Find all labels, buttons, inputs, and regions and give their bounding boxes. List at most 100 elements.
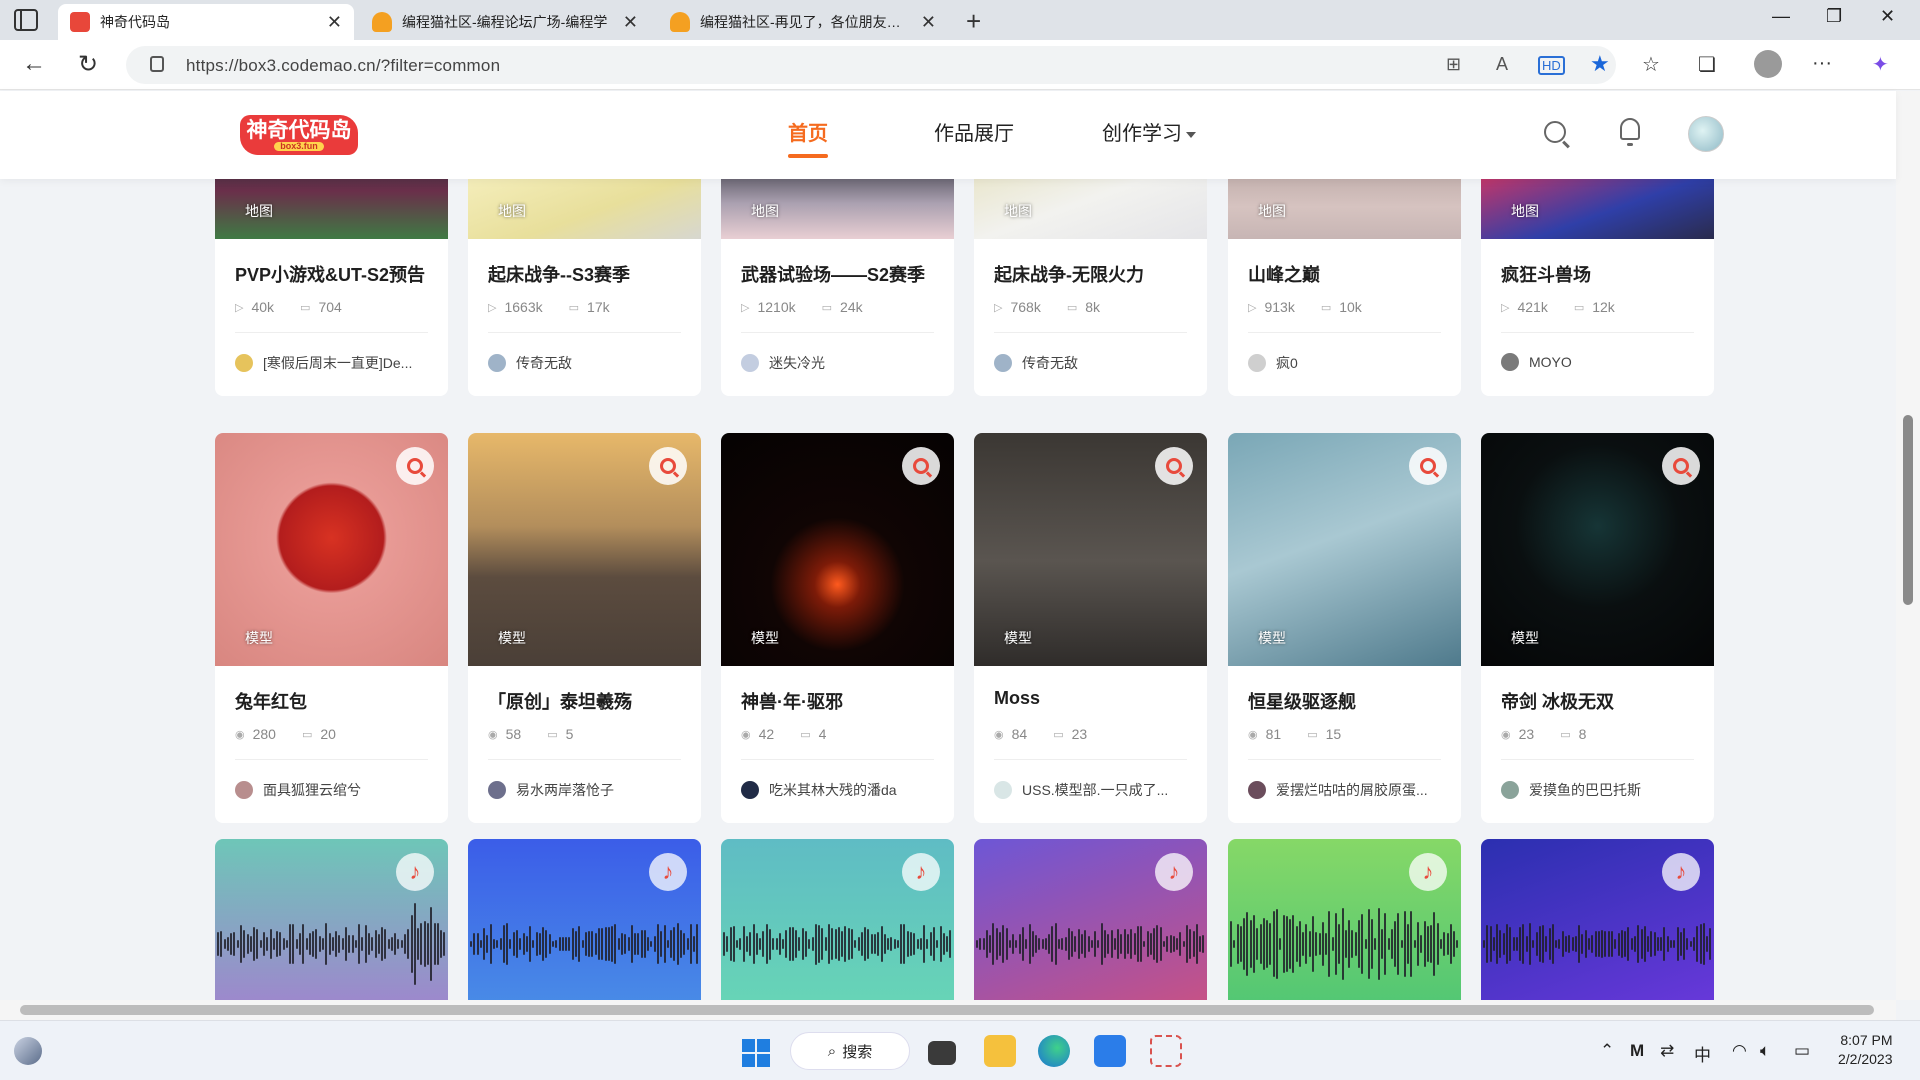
chevron-up-icon[interactable]: ⌃ [1600, 1041, 1614, 1061]
work-title[interactable]: 神兽·年·驱邪 [741, 688, 843, 714]
work-card[interactable]: 模型 恒星级驱逐舰 ◉ 81 ▭ 15 爱摆烂咕咕的屑胶原蛋... [1228, 433, 1461, 823]
work-author[interactable]: 疯0 [1248, 353, 1445, 373]
author-name[interactable]: 迷失冷光 [769, 353, 825, 373]
favorites-icon[interactable]: ☆ [1642, 52, 1660, 77]
work-title[interactable]: 「原创」泰坦羲殇 [488, 688, 632, 714]
music-card[interactable]: ♪ [721, 839, 954, 1000]
author-avatar[interactable] [741, 781, 759, 799]
work-title[interactable]: 武器试验场——S2赛季 [741, 261, 925, 287]
back-icon[interactable]: ← [22, 50, 46, 78]
work-title[interactable]: 起床战争--S3赛季 [488, 261, 630, 287]
mail-icon[interactable] [1094, 1035, 1126, 1067]
weather-widget-icon[interactable] [14, 1037, 42, 1065]
work-thumbnail[interactable]: 地图 [721, 179, 954, 239]
work-card[interactable]: 地图 起床战争--S3赛季 ▷ 1663k ▭ 17k 传奇无敌 [468, 179, 701, 396]
nav-gallery[interactable]: 作品展厅 [934, 117, 1014, 146]
wifi-icon[interactable]: ◠ [1732, 1041, 1747, 1061]
play-music-button[interactable]: ♪ [649, 853, 687, 891]
scroll-thumb[interactable] [1903, 415, 1913, 605]
author-avatar[interactable] [994, 354, 1012, 372]
work-title[interactable]: 兔年红包 [235, 688, 307, 714]
work-title[interactable]: 起床战争-无限火力 [994, 261, 1144, 287]
work-author[interactable]: 易水两岸落怆子 [488, 780, 685, 800]
author-name[interactable]: MOYO [1529, 354, 1572, 370]
work-author[interactable]: 爱摆烂咕咕的屑胶原蛋... [1248, 780, 1445, 800]
favorite-star-icon[interactable]: ★ [1590, 51, 1610, 77]
author-name[interactable]: 疯0 [1276, 353, 1298, 373]
author-name[interactable]: 爱摆烂咕咕的屑胶原蛋... [1276, 780, 1428, 800]
minimize-icon[interactable]: — [1772, 6, 1790, 27]
work-author[interactable]: 传奇无敌 [994, 353, 1191, 373]
url-text[interactable]: https://box3.codemao.cn/?filter=common [186, 56, 500, 76]
preview-button[interactable] [902, 447, 940, 485]
work-card[interactable]: 模型 帝剑 冰极无双 ◉ 23 ▭ 8 爱摸鱼的巴巴托斯 [1481, 433, 1714, 823]
play-music-button[interactable]: ♪ [1155, 853, 1193, 891]
author-name[interactable]: 易水两岸落怆子 [516, 780, 614, 800]
author-avatar[interactable] [994, 781, 1012, 799]
work-card[interactable]: 模型 Moss ◉ 84 ▭ 23 USS.模型部.一只成了... [974, 433, 1207, 823]
music-card[interactable]: ♪ [974, 839, 1207, 1000]
notification-bell-icon[interactable] [1620, 118, 1640, 146]
close-window-icon[interactable]: ✕ [1880, 6, 1895, 27]
work-title[interactable]: 疯狂斗兽场 [1501, 261, 1591, 287]
author-avatar[interactable] [235, 781, 253, 799]
user-avatar[interactable] [1688, 116, 1724, 152]
music-card[interactable]: ♪ [215, 839, 448, 1000]
work-thumbnail[interactable]: 模型 [1228, 433, 1461, 666]
preview-button[interactable] [1409, 447, 1447, 485]
music-card[interactable]: ♪ [1481, 839, 1714, 1000]
author-avatar[interactable] [488, 354, 506, 372]
work-thumbnail[interactable]: 模型 [974, 433, 1207, 666]
restore-icon[interactable]: ❐ [1826, 6, 1842, 27]
ime-indicator[interactable]: 中 [1694, 1041, 1711, 1066]
preview-button[interactable] [396, 447, 434, 485]
workspaces-icon[interactable] [14, 9, 38, 31]
search-icon[interactable] [1544, 121, 1566, 143]
tray-sync-icon[interactable]: ⇄ [1660, 1041, 1674, 1061]
work-card[interactable]: 模型 兔年红包 ◉ 280 ▭ 20 面具狐狸云绾兮 [215, 433, 448, 823]
close-icon[interactable]: ✕ [327, 12, 342, 33]
music-card[interactable]: ♪ [468, 839, 701, 1000]
nav-learning[interactable]: 创作学习 [1102, 117, 1196, 146]
work-card[interactable]: 模型 神兽·年·驱邪 ◉ 42 ▭ 4 吃米其林大残的潘da [721, 433, 954, 823]
play-music-button[interactable]: ♪ [396, 853, 434, 891]
work-author[interactable]: 爱摸鱼的巴巴托斯 [1501, 780, 1698, 800]
copilot-icon[interactable]: ✦ [1872, 52, 1889, 77]
work-card[interactable]: 地图 疯狂斗兽场 ▷ 421k ▭ 12k MOYO [1481, 179, 1714, 396]
work-title[interactable]: 帝剑 冰极无双 [1501, 688, 1614, 714]
work-thumbnail[interactable]: 地图 [1481, 179, 1714, 239]
tray-app-icon[interactable]: M [1630, 1041, 1644, 1061]
preview-button[interactable] [1155, 447, 1193, 485]
start-icon[interactable] [742, 1039, 770, 1067]
author-name[interactable]: 面具狐狸云绾兮 [263, 780, 361, 800]
tab-shenqi[interactable]: 神奇代码岛 ✕ [58, 4, 354, 40]
nav-home[interactable]: 首页 [788, 117, 828, 158]
work-card[interactable]: 地图 PVP小游戏&UT-S2预告 ▷ 40k ▭ 704 [寒假后周末一直更]De... [215, 179, 448, 396]
app-available-icon[interactable]: ⊞ [1446, 54, 1461, 75]
author-name[interactable]: 传奇无敌 [516, 353, 572, 373]
work-card[interactable]: 模型 「原创」泰坦羲殇 ◉ 58 ▭ 5 易水两岸落怆子 [468, 433, 701, 823]
work-author[interactable]: 面具狐狸云绾兮 [235, 780, 432, 800]
play-music-button[interactable]: ♪ [902, 853, 940, 891]
battery-icon[interactable]: ▭ [1794, 1041, 1810, 1061]
work-author[interactable]: USS.模型部.一只成了... [994, 780, 1191, 800]
volume-icon[interactable]: 🔈︎ [1760, 1041, 1770, 1061]
collections-icon[interactable]: ❏ [1698, 52, 1716, 77]
work-card[interactable]: 地图 山峰之巅 ▷ 913k ▭ 10k 疯0 [1228, 179, 1461, 396]
work-thumbnail[interactable]: 地图 [215, 179, 448, 239]
author-name[interactable]: USS.模型部.一只成了... [1022, 780, 1168, 800]
work-title[interactable]: PVP小游戏&UT-S2预告 [235, 261, 425, 287]
work-thumbnail[interactable]: 模型 [721, 433, 954, 666]
work-thumbnail[interactable]: 模型 [215, 433, 448, 666]
work-author[interactable]: 迷失冷光 [741, 353, 938, 373]
work-title[interactable]: Moss [994, 688, 1040, 709]
taskbar-search[interactable]: ⌕ 搜索 [790, 1032, 910, 1070]
work-thumbnail[interactable]: 模型 [468, 433, 701, 666]
refresh-icon[interactable]: ↻ [78, 50, 98, 79]
preview-button[interactable] [649, 447, 687, 485]
work-thumbnail[interactable]: 地图 [468, 179, 701, 239]
work-card[interactable]: 地图 武器试验场——S2赛季 ▷ 1210k ▭ 24k 迷失冷光 [721, 179, 954, 396]
work-author[interactable]: [寒假后周末一直更]De... [235, 353, 432, 373]
work-card[interactable]: 地图 起床战争-无限火力 ▷ 768k ▭ 8k 传奇无敌 [974, 179, 1207, 396]
work-thumbnail[interactable]: 模型 [1481, 433, 1714, 666]
